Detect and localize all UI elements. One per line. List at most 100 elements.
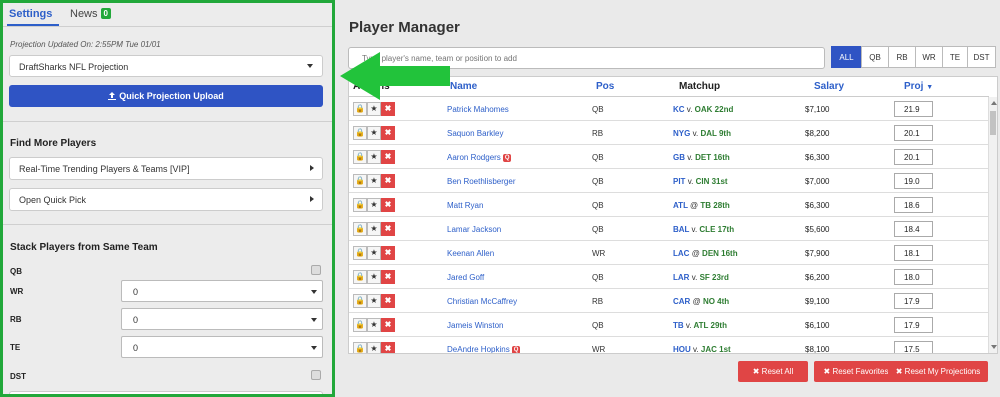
star-icon[interactable]: ★ (367, 174, 381, 188)
row-actions: 🔒 ★ ✖ (353, 150, 395, 164)
close-icon[interactable]: ✖ (381, 222, 395, 236)
reset-all-button[interactable]: ✖ Reset All (738, 361, 808, 382)
player-name[interactable]: Aaron Rodgers Q (447, 153, 512, 162)
open-quick-pick-link[interactable]: Open Quick Pick (9, 188, 323, 211)
stack-rb-select[interactable]: 0 (121, 308, 323, 330)
sidebar-partial-field[interactable] (9, 391, 323, 394)
projection-input[interactable]: 18.0 (894, 269, 933, 285)
close-icon[interactable]: ✖ (381, 150, 395, 164)
projection-input[interactable]: 17.9 (894, 293, 933, 309)
close-icon[interactable]: ✖ (381, 126, 395, 140)
projection-source-select[interactable]: DraftSharks NFL Projection (9, 55, 323, 77)
lock-icon[interactable]: 🔒 (353, 294, 367, 308)
player-name[interactable]: Jameis Winston (447, 321, 503, 330)
reset-my-projections-label: Reset My Projections (904, 367, 981, 376)
stack-label-te: TE (10, 343, 21, 352)
filter-wr-button[interactable]: WR (915, 46, 943, 68)
col-salary-header[interactable]: Salary (814, 81, 844, 92)
player-name[interactable]: Patrick Mahomes (447, 105, 509, 114)
star-icon[interactable]: ★ (367, 150, 381, 164)
scroll-down-icon[interactable] (991, 345, 997, 349)
upload-button-label: Quick Projection Upload (119, 91, 224, 101)
col-name-header[interactable]: Name (450, 81, 477, 92)
projection-input[interactable]: 20.1 (894, 149, 933, 165)
star-icon[interactable]: ★ (367, 270, 381, 284)
tab-news-label: News (70, 8, 98, 20)
stack-qb-checkbox[interactable] (311, 265, 321, 275)
col-proj-header[interactable]: Proj ▼ (904, 81, 933, 92)
projection-input[interactable]: 19.0 (894, 173, 933, 189)
close-icon: ✖ (895, 367, 905, 376)
star-icon[interactable]: ★ (367, 318, 381, 332)
projection-input[interactable]: 18.6 (894, 197, 933, 213)
close-icon[interactable]: ✖ (381, 102, 395, 116)
col-pos-header[interactable]: Pos (596, 81, 614, 92)
projection-input[interactable]: 18.1 (894, 245, 933, 261)
filter-dst-button[interactable]: DST (967, 46, 996, 68)
tab-settings[interactable]: Settings (9, 8, 52, 20)
stack-wr-select[interactable]: 0 (121, 280, 323, 302)
lock-icon[interactable]: 🔒 (353, 198, 367, 212)
close-icon[interactable]: ✖ (381, 342, 395, 353)
star-icon[interactable]: ★ (367, 198, 381, 212)
stack-te-select[interactable]: 0 (121, 336, 323, 358)
player-name[interactable]: Ben Roethlisberger (447, 177, 515, 186)
star-icon[interactable]: ★ (367, 222, 381, 236)
close-icon[interactable]: ✖ (381, 174, 395, 188)
close-icon[interactable]: ✖ (381, 318, 395, 332)
player-name[interactable]: Saquon Barkley (447, 129, 503, 138)
projection-input[interactable]: 21.9 (894, 101, 933, 117)
projection-input[interactable]: 17.5 (894, 341, 933, 353)
star-icon[interactable]: ★ (367, 294, 381, 308)
player-name[interactable]: Matt Ryan (447, 201, 483, 210)
star-icon[interactable]: ★ (367, 246, 381, 260)
close-icon[interactable]: ✖ (381, 246, 395, 260)
star-icon[interactable]: ★ (367, 102, 381, 116)
player-position: QB (592, 201, 604, 210)
table-scrollbar[interactable] (988, 97, 997, 353)
lock-icon[interactable]: 🔒 (353, 150, 367, 164)
player-name-text: Aaron Rodgers (447, 153, 501, 162)
lock-icon[interactable]: 🔒 (353, 246, 367, 260)
reset-favorites-button[interactable]: ✖ Reset Favorites (814, 361, 898, 382)
scroll-thumb[interactable] (990, 111, 996, 135)
filter-all-button[interactable]: ALL (831, 46, 862, 68)
player-matchup: NYG v. DAL 9th (673, 129, 731, 138)
player-salary: $6,300 (805, 201, 830, 210)
projection-input[interactable]: 18.4 (894, 221, 933, 237)
filter-rb-button[interactable]: RB (888, 46, 916, 68)
quick-projection-upload-button[interactable]: Quick Projection Upload (9, 85, 323, 107)
lock-icon[interactable]: 🔒 (353, 102, 367, 116)
player-name-text: Ben Roethlisberger (447, 177, 516, 186)
star-icon[interactable]: ★ (367, 342, 381, 353)
player-name[interactable]: Christian McCaffrey (447, 297, 517, 306)
lock-icon[interactable]: 🔒 (353, 318, 367, 332)
scroll-up-icon[interactable] (991, 101, 997, 105)
lock-icon[interactable]: 🔒 (353, 270, 367, 284)
close-icon[interactable]: ✖ (381, 270, 395, 284)
projection-input[interactable]: 17.9 (894, 317, 933, 333)
news-count-badge: 0 (100, 8, 111, 19)
lock-icon[interactable]: 🔒 (353, 342, 367, 353)
table-row: 🔒 ★ ✖ Patrick Mahomes QB KC v. OAK 22nd $7,100… (349, 97, 989, 121)
player-name[interactable]: Lamar Jackson (447, 225, 501, 234)
lock-icon[interactable]: 🔒 (353, 174, 367, 188)
reset-all-label: Reset All (761, 367, 794, 376)
player-name[interactable]: Jared Goff (447, 273, 484, 282)
filter-qb-button[interactable]: QB (861, 46, 889, 68)
stack-dst-checkbox[interactable] (311, 370, 321, 380)
tab-news[interactable]: News 0 (70, 8, 111, 20)
player-name[interactable]: DeAndre Hopkins Q (447, 345, 521, 353)
lock-icon[interactable]: 🔒 (353, 222, 367, 236)
lock-icon[interactable]: 🔒 (353, 126, 367, 140)
trending-players-link[interactable]: Real-Time Trending Players & Teams [VIP] (9, 157, 323, 180)
star-icon[interactable]: ★ (367, 126, 381, 140)
reset-my-projections-button[interactable]: ✖ Reset My Projections (888, 361, 988, 382)
player-salary: $9,100 (805, 297, 830, 306)
filter-te-button[interactable]: TE (942, 46, 968, 68)
matchup-opponent: DAL 9th (700, 129, 731, 138)
player-name[interactable]: Keenan Allen (447, 249, 494, 258)
close-icon[interactable]: ✖ (381, 198, 395, 212)
projection-input[interactable]: 20.1 (894, 125, 933, 141)
close-icon[interactable]: ✖ (381, 294, 395, 308)
